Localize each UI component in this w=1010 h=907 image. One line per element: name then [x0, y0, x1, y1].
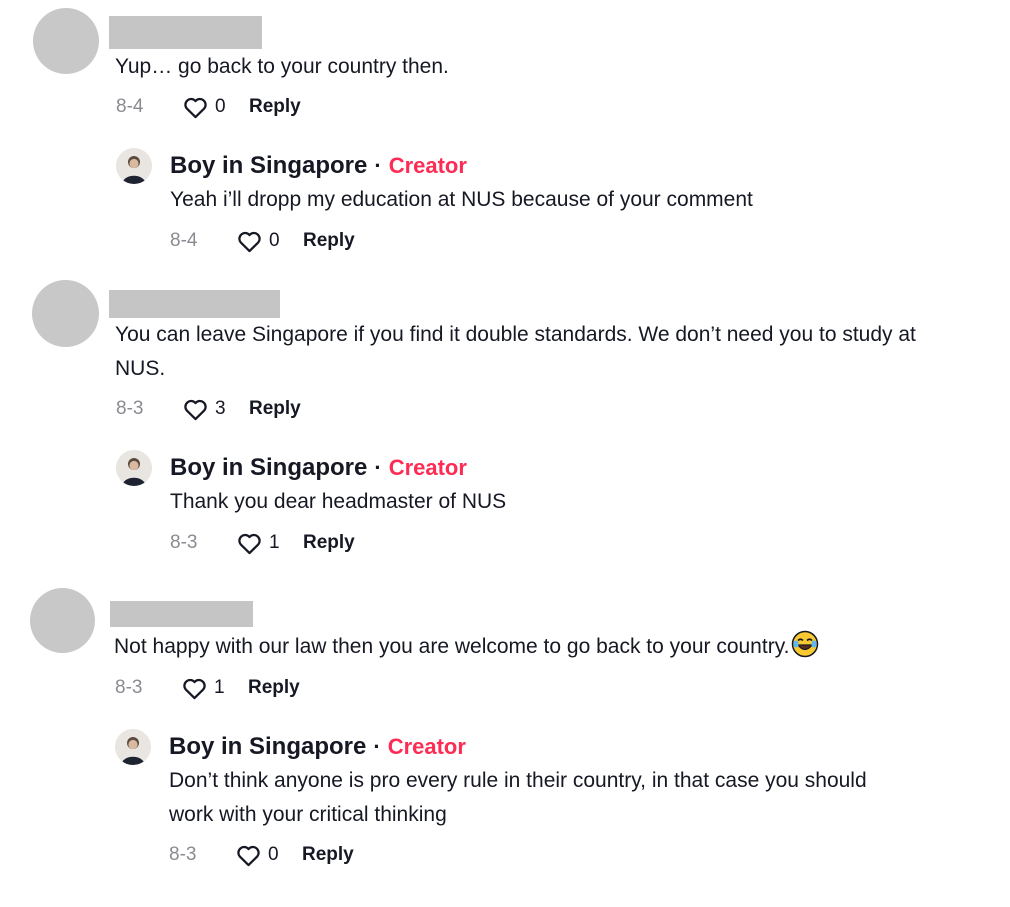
separator-dot: · [374, 455, 382, 480]
commenter-avatar[interactable] [32, 280, 99, 347]
reply-actions: 8-3 0 Reply [169, 840, 354, 870]
reply-actions: 8-3 1 Reply [170, 528, 355, 558]
like-button[interactable]: 0 [235, 842, 302, 869]
heart-outline-icon [238, 533, 261, 554]
heart-outline-icon [183, 678, 206, 699]
creator-name[interactable]: Boy in Singapore [170, 152, 367, 180]
separator-dot: · [374, 153, 382, 178]
comment-date: 8-3 [115, 677, 143, 698]
reply-date: 8-3 [169, 844, 197, 865]
redacted-username [110, 601, 253, 627]
person-icon [115, 729, 151, 765]
heart-outline-icon [184, 399, 207, 420]
like-button[interactable]: 3 [182, 396, 249, 423]
separator-dot: · [373, 734, 381, 759]
creator-avatar[interactable] [116, 148, 152, 184]
creator-name[interactable]: Boy in Singapore [170, 454, 367, 482]
redacted-username [109, 290, 280, 318]
creator-header: Boy in Singapore · Creator [116, 450, 467, 486]
comment-actions: 8-4 0 Reply [116, 92, 301, 122]
reply-date: 8-4 [170, 230, 198, 251]
face-with-tears-of-joy-icon [792, 630, 819, 658]
comment-date: 8-3 [116, 398, 144, 419]
reply-button[interactable]: Reply [248, 677, 300, 699]
reply-button[interactable]: Reply [249, 96, 301, 118]
reply-date: 8-3 [170, 532, 198, 553]
comment-text-content: Not happy with our law then you are welc… [114, 635, 790, 658]
heart-outline-icon [238, 231, 261, 252]
redacted-username [109, 16, 262, 49]
commenter-avatar[interactable] [30, 588, 95, 653]
like-count: 1 [269, 532, 280, 553]
creator-header: Boy in Singapore · Creator [115, 729, 466, 765]
like-count: 0 [269, 230, 280, 251]
reply-text: Yeah i’ll dropp my education at NUS beca… [170, 188, 753, 211]
reply-button[interactable]: Reply [249, 398, 301, 420]
reply-button[interactable]: Reply [303, 532, 355, 554]
like-button[interactable]: 1 [236, 530, 303, 557]
like-count: 0 [268, 844, 279, 865]
like-count: 0 [215, 96, 226, 117]
like-count: 1 [214, 677, 225, 698]
heart-outline-icon [237, 845, 260, 866]
like-button[interactable]: 1 [181, 675, 248, 702]
person-icon [116, 450, 152, 486]
reply-text: Don’t think anyone is pro every rule in … [169, 769, 867, 826]
reply-button[interactable]: Reply [302, 844, 354, 866]
comment-text: You can leave Singapore if you find it d… [115, 323, 916, 380]
like-button[interactable]: 0 [182, 94, 249, 121]
creator-name[interactable]: Boy in Singapore [169, 733, 366, 761]
like-count: 3 [215, 398, 226, 419]
person-icon [116, 148, 152, 184]
reply-actions: 8-4 0 Reply [170, 226, 355, 256]
commenter-avatar[interactable] [33, 8, 99, 74]
creator-avatar[interactable] [115, 729, 151, 765]
comment-text: Yup… go back to your country then. [115, 55, 449, 78]
creator-badge: Creator [388, 455, 467, 480]
comment-text: Not happy with our law then you are welc… [114, 630, 964, 664]
comment-actions: 8-3 1 Reply [115, 673, 300, 703]
comment-date: 8-4 [116, 96, 144, 117]
reply-button[interactable]: Reply [303, 230, 355, 252]
heart-outline-icon [184, 97, 207, 118]
reply-text: Thank you dear headmaster of NUS [170, 490, 507, 513]
creator-badge: Creator [387, 734, 466, 759]
creator-badge: Creator [388, 153, 467, 178]
comment-actions: 8-3 3 Reply [116, 394, 301, 424]
creator-avatar[interactable] [116, 450, 152, 486]
creator-header: Boy in Singapore · Creator [116, 148, 467, 184]
like-button[interactable]: 0 [236, 228, 303, 255]
